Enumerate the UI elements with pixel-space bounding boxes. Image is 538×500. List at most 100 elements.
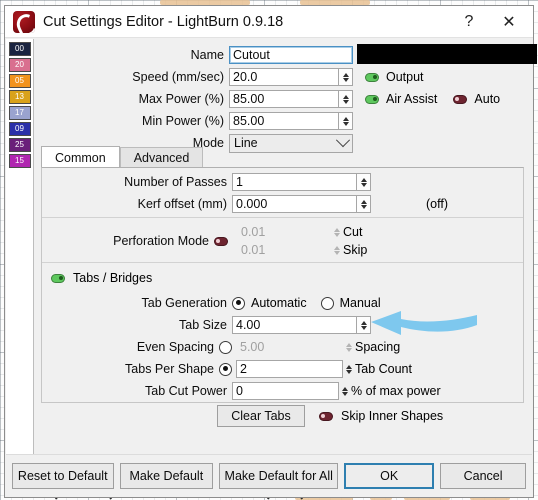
auto-label: Auto — [474, 92, 501, 106]
skip-inner-shapes-label: Skip Inner Shapes — [341, 409, 444, 423]
radio-tab-generation-automatic[interactable] — [232, 296, 245, 310]
perforation-label: Perforation Mode — [113, 234, 209, 248]
tabs-per-shape-input[interactable]: 2 — [236, 360, 343, 378]
max-power-stepper[interactable] — [339, 90, 353, 108]
color-swatch[interactable]: 17 — [8, 106, 31, 120]
tab-generation-row: Tab Generation Automatic Manual — [42, 293, 523, 313]
tabs-bridges-label: Tabs / Bridges — [73, 271, 153, 285]
even-spacing-stepper[interactable] — [343, 338, 355, 356]
min-power-stepper[interactable] — [339, 112, 353, 130]
color-swatch[interactable]: 20 — [8, 58, 31, 72]
window-title: Cut Settings Editor - LightBurn 0.9.18 — [43, 13, 284, 30]
lightburn-logo-icon — [13, 10, 35, 33]
color-swatch[interactable]: 00 — [8, 42, 31, 56]
clear-tabs-button[interactable]: Clear Tabs — [217, 405, 305, 427]
tabs-bridges-toggle[interactable] — [51, 273, 65, 283]
cut-settings-editor-dialog: Cut Settings Editor - LightBurn 0.9.18 ?… — [4, 5, 537, 498]
common-tab-panel: Number of Passes 1 Kerf offset (mm) 0.00… — [41, 167, 524, 427]
perforation-row: Perforation Mode 0.01 Cut 0.01 Skip — [42, 222, 523, 260]
name-input[interactable]: Cutout — [229, 46, 353, 64]
min-power-label: Min Power (%) — [142, 114, 224, 128]
even-spacing-input[interactable]: 5.00 — [236, 338, 343, 356]
perforation-cut-stepper[interactable] — [331, 223, 343, 241]
tab-size-input[interactable]: 4.00 — [232, 316, 357, 334]
make-default-button[interactable]: Make Default — [119, 462, 214, 489]
speed-label: Speed (mm/sec) — [132, 70, 224, 84]
divider — [42, 217, 523, 218]
passes-label: Number of Passes — [124, 175, 227, 189]
passes-row: Number of Passes 1 — [42, 172, 523, 192]
kerf-row: Kerf offset (mm) 0.000 (off) — [42, 194, 523, 214]
dialog-content: Name Cutout Speed (mm/sec) 20.0 Output M… — [34, 39, 537, 452]
air-assist-toggle[interactable] — [365, 94, 379, 104]
skip-inner-shapes-toggle[interactable] — [319, 411, 333, 421]
cancel-button[interactable]: Cancel — [440, 462, 526, 489]
mode-select[interactable]: Line — [229, 133, 353, 153]
radio-tabs-per-shape[interactable] — [219, 362, 232, 376]
tab-size-stepper[interactable] — [357, 316, 371, 334]
even-spacing-label: Even Spacing — [136, 340, 214, 354]
air-assist-label: Air Assist — [386, 92, 438, 106]
tabs-per-shape-label: Tabs Per Shape — [125, 362, 214, 376]
output-label: Output — [386, 70, 424, 84]
speed-stepper[interactable] — [339, 68, 353, 86]
tab-cut-power-stepper[interactable] — [339, 382, 351, 400]
radio-tab-generation-manual[interactable] — [320, 296, 334, 310]
color-swatch[interactable]: 15 — [8, 154, 31, 168]
title-bar: Cut Settings Editor - LightBurn 0.9.18 ?… — [5, 6, 533, 38]
tabs-bridges-row: Tabs / Bridges — [42, 269, 523, 287]
output-toggle[interactable] — [365, 72, 379, 82]
ok-button[interactable]: OK — [344, 462, 435, 489]
tabs-per-shape-row: Tabs Per Shape 2 Tab Count — [42, 359, 523, 379]
max-power-input[interactable]: 85.00 — [229, 90, 339, 108]
kerf-stepper[interactable] — [357, 195, 371, 213]
reset-to-default-button[interactable]: Reset to Default — [12, 462, 114, 489]
perforation-toggle[interactable] — [214, 236, 228, 246]
tab-cut-power-unit: % of max power — [351, 384, 441, 398]
perforation-skip-label: Skip — [343, 243, 368, 257]
color-swatch[interactable]: 13 — [8, 90, 31, 104]
tab-size-row: Tab Size 4.00 — [42, 315, 523, 335]
perforation-skip-input[interactable]: 0.01 — [237, 241, 331, 259]
radio-even-spacing[interactable] — [219, 340, 232, 354]
tab-cut-power-label: Tab Cut Power — [145, 384, 227, 398]
min-power-row: Min Power (%) 85.00 — [34, 111, 532, 131]
chevron-down-icon — [335, 133, 351, 148]
close-icon[interactable]: ✕ — [489, 7, 529, 37]
perforation-skip-stepper[interactable] — [331, 241, 343, 259]
color-layer-strip: 00 20 05 13 17 09 25 15 — [6, 39, 34, 465]
mode-value: Line — [234, 136, 258, 150]
tab-generation-label: Tab Generation — [141, 296, 227, 310]
tab-size-label: Tab Size — [179, 318, 227, 332]
even-spacing-unit: Spacing — [355, 340, 401, 354]
tab-generation-automatic-label: Automatic — [251, 296, 307, 310]
make-default-for-all-button[interactable]: Make Default for All — [219, 462, 339, 489]
auto-toggle[interactable] — [453, 94, 468, 104]
tabs-per-shape-stepper[interactable] — [343, 360, 355, 378]
color-swatch[interactable]: 25 — [8, 138, 31, 152]
max-power-row: Max Power (%) 85.00 Air Assist Auto — [34, 89, 532, 109]
clear-tabs-row: Clear Tabs Skip Inner Shapes — [42, 405, 523, 427]
tab-advanced[interactable]: Advanced — [119, 147, 204, 168]
tab-generation-manual-label: Manual — [339, 296, 381, 310]
dialog-footer: Reset to Default Make Default Make Defau… — [6, 454, 532, 496]
tab-cut-power-row: Tab Cut Power 0 % of max power — [42, 381, 523, 401]
speed-row: Speed (mm/sec) 20.0 Output — [34, 67, 532, 87]
tab-common[interactable]: Common — [41, 146, 120, 168]
perforation-cut-input[interactable]: 0.01 — [237, 223, 331, 241]
tab-cut-power-input[interactable]: 0 — [232, 382, 339, 400]
passes-input[interactable]: 1 — [232, 173, 357, 191]
color-swatch[interactable]: 05 — [8, 74, 31, 88]
speed-input[interactable]: 20.0 — [229, 68, 339, 86]
color-swatch[interactable]: 09 — [8, 122, 31, 136]
min-power-input[interactable]: 85.00 — [229, 112, 339, 130]
cut-preview-box — [357, 44, 537, 64]
divider — [42, 262, 523, 263]
kerf-label: Kerf offset (mm) — [137, 197, 227, 211]
even-spacing-row: Even Spacing 5.00 Spacing — [42, 337, 523, 357]
kerf-state-label: (off) — [426, 197, 448, 211]
perforation-cut-label: Cut — [343, 225, 363, 239]
passes-stepper[interactable] — [357, 173, 371, 191]
help-button[interactable]: ? — [449, 7, 489, 37]
kerf-input[interactable]: 0.000 — [232, 195, 357, 213]
